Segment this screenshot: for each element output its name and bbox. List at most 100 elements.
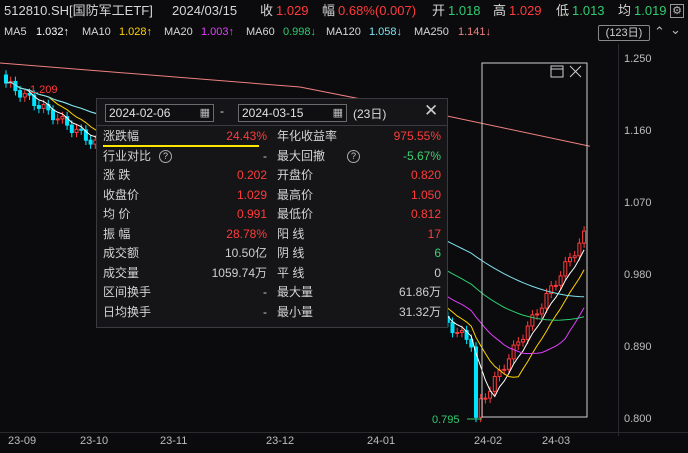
- open-value: 1.018: [448, 3, 481, 18]
- high-value: 1.029: [509, 3, 542, 18]
- low-label: 低: [556, 3, 570, 18]
- stat-row: 最高价 1.050: [277, 186, 441, 205]
- stat-value: 975.55%: [393, 129, 441, 143]
- candle-body: [36, 105, 41, 109]
- stat-label: 振 幅: [103, 226, 131, 241]
- stat-row: 最大量 61.86万: [277, 283, 441, 302]
- x-tick: 24-03: [542, 435, 571, 447]
- candle-body: [568, 257, 572, 263]
- settings-icon[interactable]: ⚙: [670, 4, 684, 18]
- stat-label: 日均换手: [103, 304, 152, 319]
- avg-label: 均: [618, 3, 632, 18]
- low-marker-label: 0.795: [432, 414, 460, 426]
- ma250-label: MA250: [414, 26, 449, 38]
- candle-body: [563, 261, 568, 277]
- stat-value: 24.43%: [226, 129, 267, 143]
- ma120-label: MA120: [326, 26, 361, 38]
- y-tick: 0.800: [624, 413, 652, 425]
- stat-label: 最大量: [277, 285, 314, 299]
- stat-row: 年化收益率 975.55%: [277, 127, 441, 146]
- candle-body: [539, 307, 544, 315]
- stat-label: 行业对比: [103, 148, 152, 163]
- stat-label: 平 线: [277, 265, 305, 280]
- candle-body: [459, 330, 464, 333]
- days-count: (23日): [353, 107, 387, 121]
- stat-row: 涨跌幅 24.43%: [103, 127, 267, 146]
- candle-body: [577, 242, 582, 257]
- candle-body: [516, 341, 521, 346]
- selection-zoom-icon[interactable]: [550, 65, 564, 78]
- candle-body: [69, 124, 74, 133]
- candle-body: [544, 292, 549, 309]
- candle-body: [4, 74, 8, 84]
- y-tick: 0.980: [624, 269, 652, 281]
- stat-row: 均 价 0.991: [103, 205, 267, 224]
- ma5-value: 1.032↑: [36, 26, 70, 38]
- axis-divider: [618, 44, 619, 436]
- quote-date: 2024/03/15: [172, 3, 238, 18]
- candle-body: [558, 275, 563, 286]
- low-value: 1.013: [572, 3, 605, 18]
- ma120-value: 1.058↓: [369, 26, 403, 38]
- ma250-value: 1.141↓: [458, 26, 492, 38]
- chevron-down-icon[interactable]: ⌄: [670, 22, 681, 38]
- period-badge[interactable]: (123日): [598, 25, 650, 41]
- help-icon[interactable]: ?: [159, 149, 172, 163]
- ma20-label: MA20: [164, 26, 193, 38]
- close-icon[interactable]: ✕: [424, 101, 438, 121]
- end-date-field[interactable]: 2024-03-15 ▦: [238, 104, 347, 122]
- selection-close-icon[interactable]: [569, 65, 582, 78]
- stat-label: 最高价: [277, 187, 314, 202]
- close-value: 1.029: [276, 3, 309, 18]
- stat-value: 0.202: [236, 168, 267, 182]
- stat-label: 最大回撤: [277, 148, 326, 163]
- candle-body: [506, 358, 511, 370]
- stat-value: 0.991: [236, 207, 267, 221]
- stat-row: 振 幅 28.78%: [103, 225, 267, 244]
- calendar-icon[interactable]: ▦: [200, 105, 210, 121]
- stat-row: 阴 线 6: [277, 244, 441, 263]
- stat-value: 28.78%: [226, 226, 267, 241]
- change-value: 0.68%(0.007): [338, 3, 417, 18]
- candle-body: [553, 284, 558, 287]
- stat-value: 6: [434, 246, 441, 260]
- stat-row: 行业对比 -?: [103, 147, 267, 166]
- x-tick: 23-10: [80, 435, 109, 447]
- stat-label: 最低价: [277, 207, 314, 221]
- left-stats-column: 涨跌幅 24.43% 行业对比 -? 涨 跌 0.202 收盘价 1.029 均 价 0.991 振…: [103, 127, 267, 322]
- y-tick: 0.890: [624, 341, 652, 353]
- stat-value: 61.86万: [398, 285, 441, 299]
- open-label: 开: [432, 3, 446, 18]
- x-tick: 23-09: [8, 435, 37, 447]
- high-label: 高: [493, 3, 507, 18]
- range-selection-box[interactable]: [481, 62, 588, 418]
- stat-value: 10.50亿: [224, 246, 267, 260]
- candle-body: [22, 92, 27, 98]
- close-label: 收: [260, 3, 274, 18]
- stat-label: 开盘价: [277, 168, 314, 182]
- ma60-value: 0.998↓: [283, 26, 317, 38]
- x-axis-divider: [0, 432, 688, 433]
- chevron-up-icon[interactable]: ⌃: [654, 24, 665, 40]
- ma10-label: MA10: [82, 26, 111, 38]
- stat-value: 1.050: [410, 187, 441, 202]
- candle-body: [530, 314, 535, 327]
- start-date-value: 2024-02-06: [109, 106, 171, 120]
- left-price-label: 1.209: [30, 84, 58, 96]
- help-icon[interactable]: ?: [347, 149, 360, 163]
- range-stats-popup: 2024-02-06 ▦ - 2024-03-15 ▦ (23日) ✕ 涨跌幅 2…: [96, 98, 448, 328]
- stat-row: 日均换手 -: [103, 303, 267, 322]
- start-date-field[interactable]: 2024-02-06 ▦: [105, 104, 214, 122]
- stat-value: 0: [434, 265, 441, 280]
- stat-label: 均 价: [103, 207, 131, 221]
- stat-value: 1059.74万: [211, 265, 267, 280]
- y-tick: 1.070: [624, 197, 652, 209]
- stat-value: -: [263, 304, 267, 319]
- candle-body: [535, 313, 540, 316]
- calendar-icon[interactable]: ▦: [333, 105, 343, 121]
- popup-divider: [97, 125, 447, 126]
- candle-body: [79, 128, 84, 131]
- x-tick: 23-11: [160, 435, 188, 447]
- candle-body: [483, 397, 488, 400]
- date-separator: -: [220, 104, 224, 118]
